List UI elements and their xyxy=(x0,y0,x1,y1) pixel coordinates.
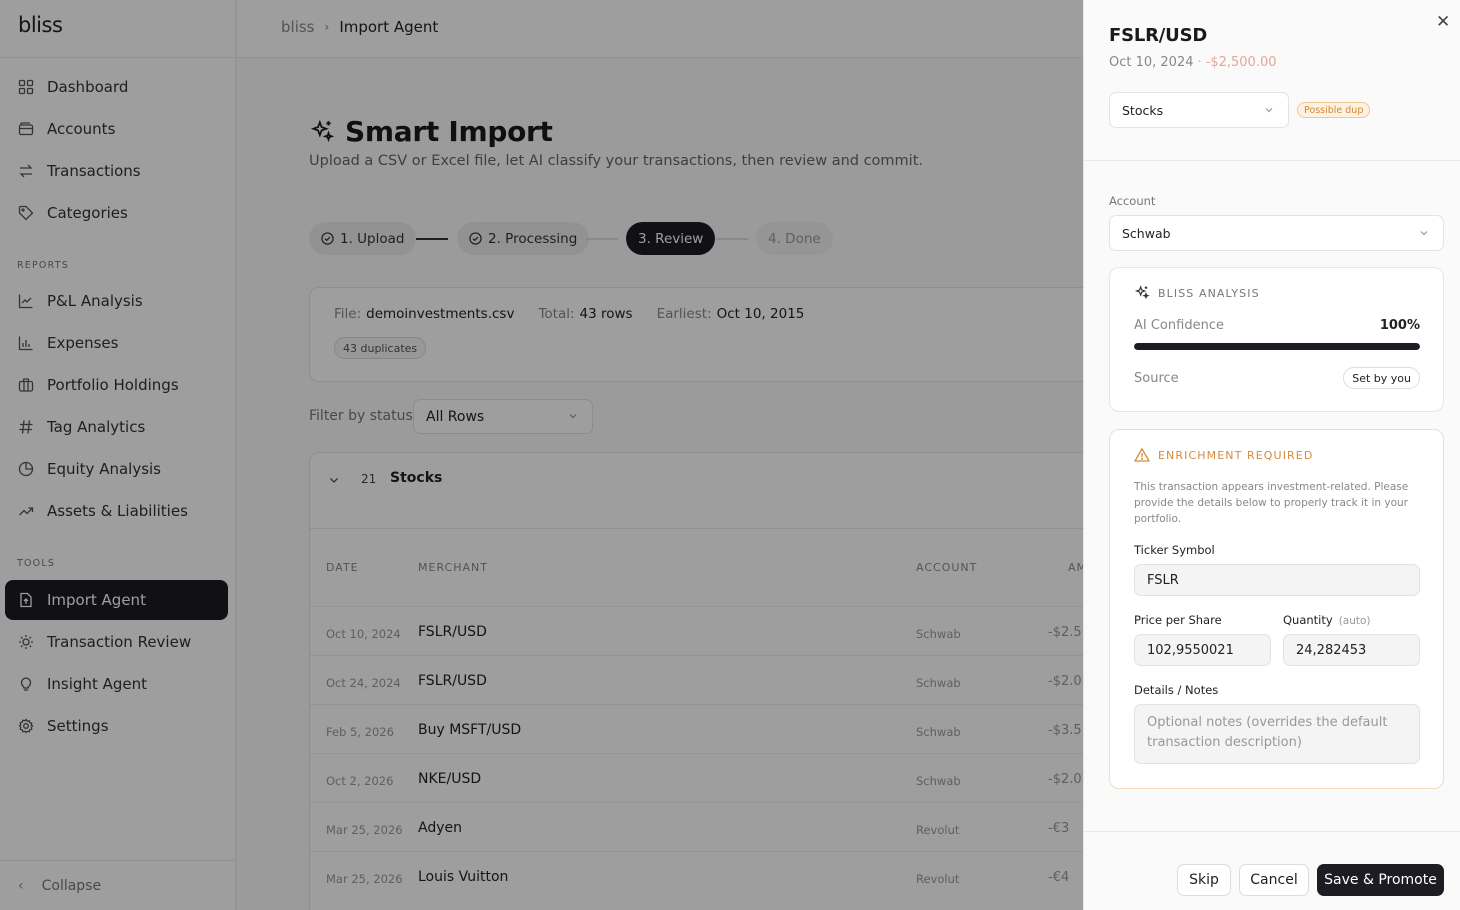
quantity-label-text: Quantity xyxy=(1283,613,1333,627)
confidence-label: AI Confidence xyxy=(1134,318,1224,333)
price-label: Price per Share xyxy=(1134,613,1222,627)
confidence-value: 100% xyxy=(1379,318,1420,333)
drawer-subtitle: Oct 10, 2024 · -$2,500.00 xyxy=(1109,55,1277,70)
source-label: Source xyxy=(1134,370,1179,386)
confidence-row: AI Confidence 100% xyxy=(1134,318,1420,333)
analysis-heading: BLISS ANALYSIS xyxy=(1134,285,1260,301)
drawer-title: FSLR/USD xyxy=(1109,25,1208,46)
chevron-down-icon xyxy=(1264,103,1274,118)
possible-duplicate-badge: Possible dup xyxy=(1297,102,1371,118)
quantity-label: Quantity (auto) xyxy=(1283,613,1371,627)
price-per-share-input[interactable]: 102,9550021 xyxy=(1134,634,1271,666)
divider xyxy=(1084,831,1460,832)
notes-textarea[interactable]: Optional notes (overrides the default tr… xyxy=(1134,704,1420,764)
quantity-input[interactable]: 24,282453 xyxy=(1283,634,1420,666)
transaction-detail-drawer: ✕ FSLR/USD Oct 10, 2024 · -$2,500.00 Stock… xyxy=(1083,0,1460,910)
transaction-date: Oct 10, 2024 xyxy=(1109,55,1194,70)
account-select[interactable]: Schwab xyxy=(1109,215,1444,251)
account-value: Schwab xyxy=(1122,225,1171,241)
category-value: Stocks xyxy=(1122,102,1164,118)
skip-button[interactable]: Skip xyxy=(1177,864,1231,896)
ticker-label: Ticker Symbol xyxy=(1134,543,1215,557)
cancel-button[interactable]: Cancel xyxy=(1239,864,1309,896)
source-badge: Set by you xyxy=(1343,367,1420,389)
account-label: Account xyxy=(1109,194,1156,208)
ticker-input[interactable]: FSLR xyxy=(1134,564,1420,596)
enrichment-heading: ENRICHMENT REQUIRED xyxy=(1134,447,1313,463)
chevron-down-icon xyxy=(1419,226,1429,241)
bliss-analysis-card: BLISS ANALYSIS AI Confidence 100% Source… xyxy=(1109,267,1444,412)
save-promote-button[interactable]: Save & Promote xyxy=(1317,864,1444,896)
category-select[interactable]: Stocks xyxy=(1109,92,1289,128)
confidence-bar-fill xyxy=(1134,343,1420,350)
confidence-bar xyxy=(1134,343,1420,350)
source-row: Source Set by you xyxy=(1134,367,1420,389)
modal-backdrop[interactable] xyxy=(0,0,1083,910)
transaction-amount: -$2,500.00 xyxy=(1205,55,1277,70)
enrichment-card: ENRICHMENT REQUIRED This transaction app… xyxy=(1109,429,1444,789)
sparkles-icon xyxy=(1134,285,1150,301)
quantity-hint: (auto) xyxy=(1338,615,1371,627)
analysis-heading-text: BLISS ANALYSIS xyxy=(1158,286,1260,300)
warning-triangle-icon xyxy=(1134,447,1150,463)
enrichment-description: This transaction appears investment-rela… xyxy=(1134,481,1409,525)
notes-label: Details / Notes xyxy=(1134,683,1219,697)
separator-dot: · xyxy=(1197,55,1202,70)
divider xyxy=(1084,160,1460,161)
close-icon[interactable]: ✕ xyxy=(1436,12,1450,32)
enrichment-heading-text: ENRICHMENT REQUIRED xyxy=(1158,448,1314,462)
